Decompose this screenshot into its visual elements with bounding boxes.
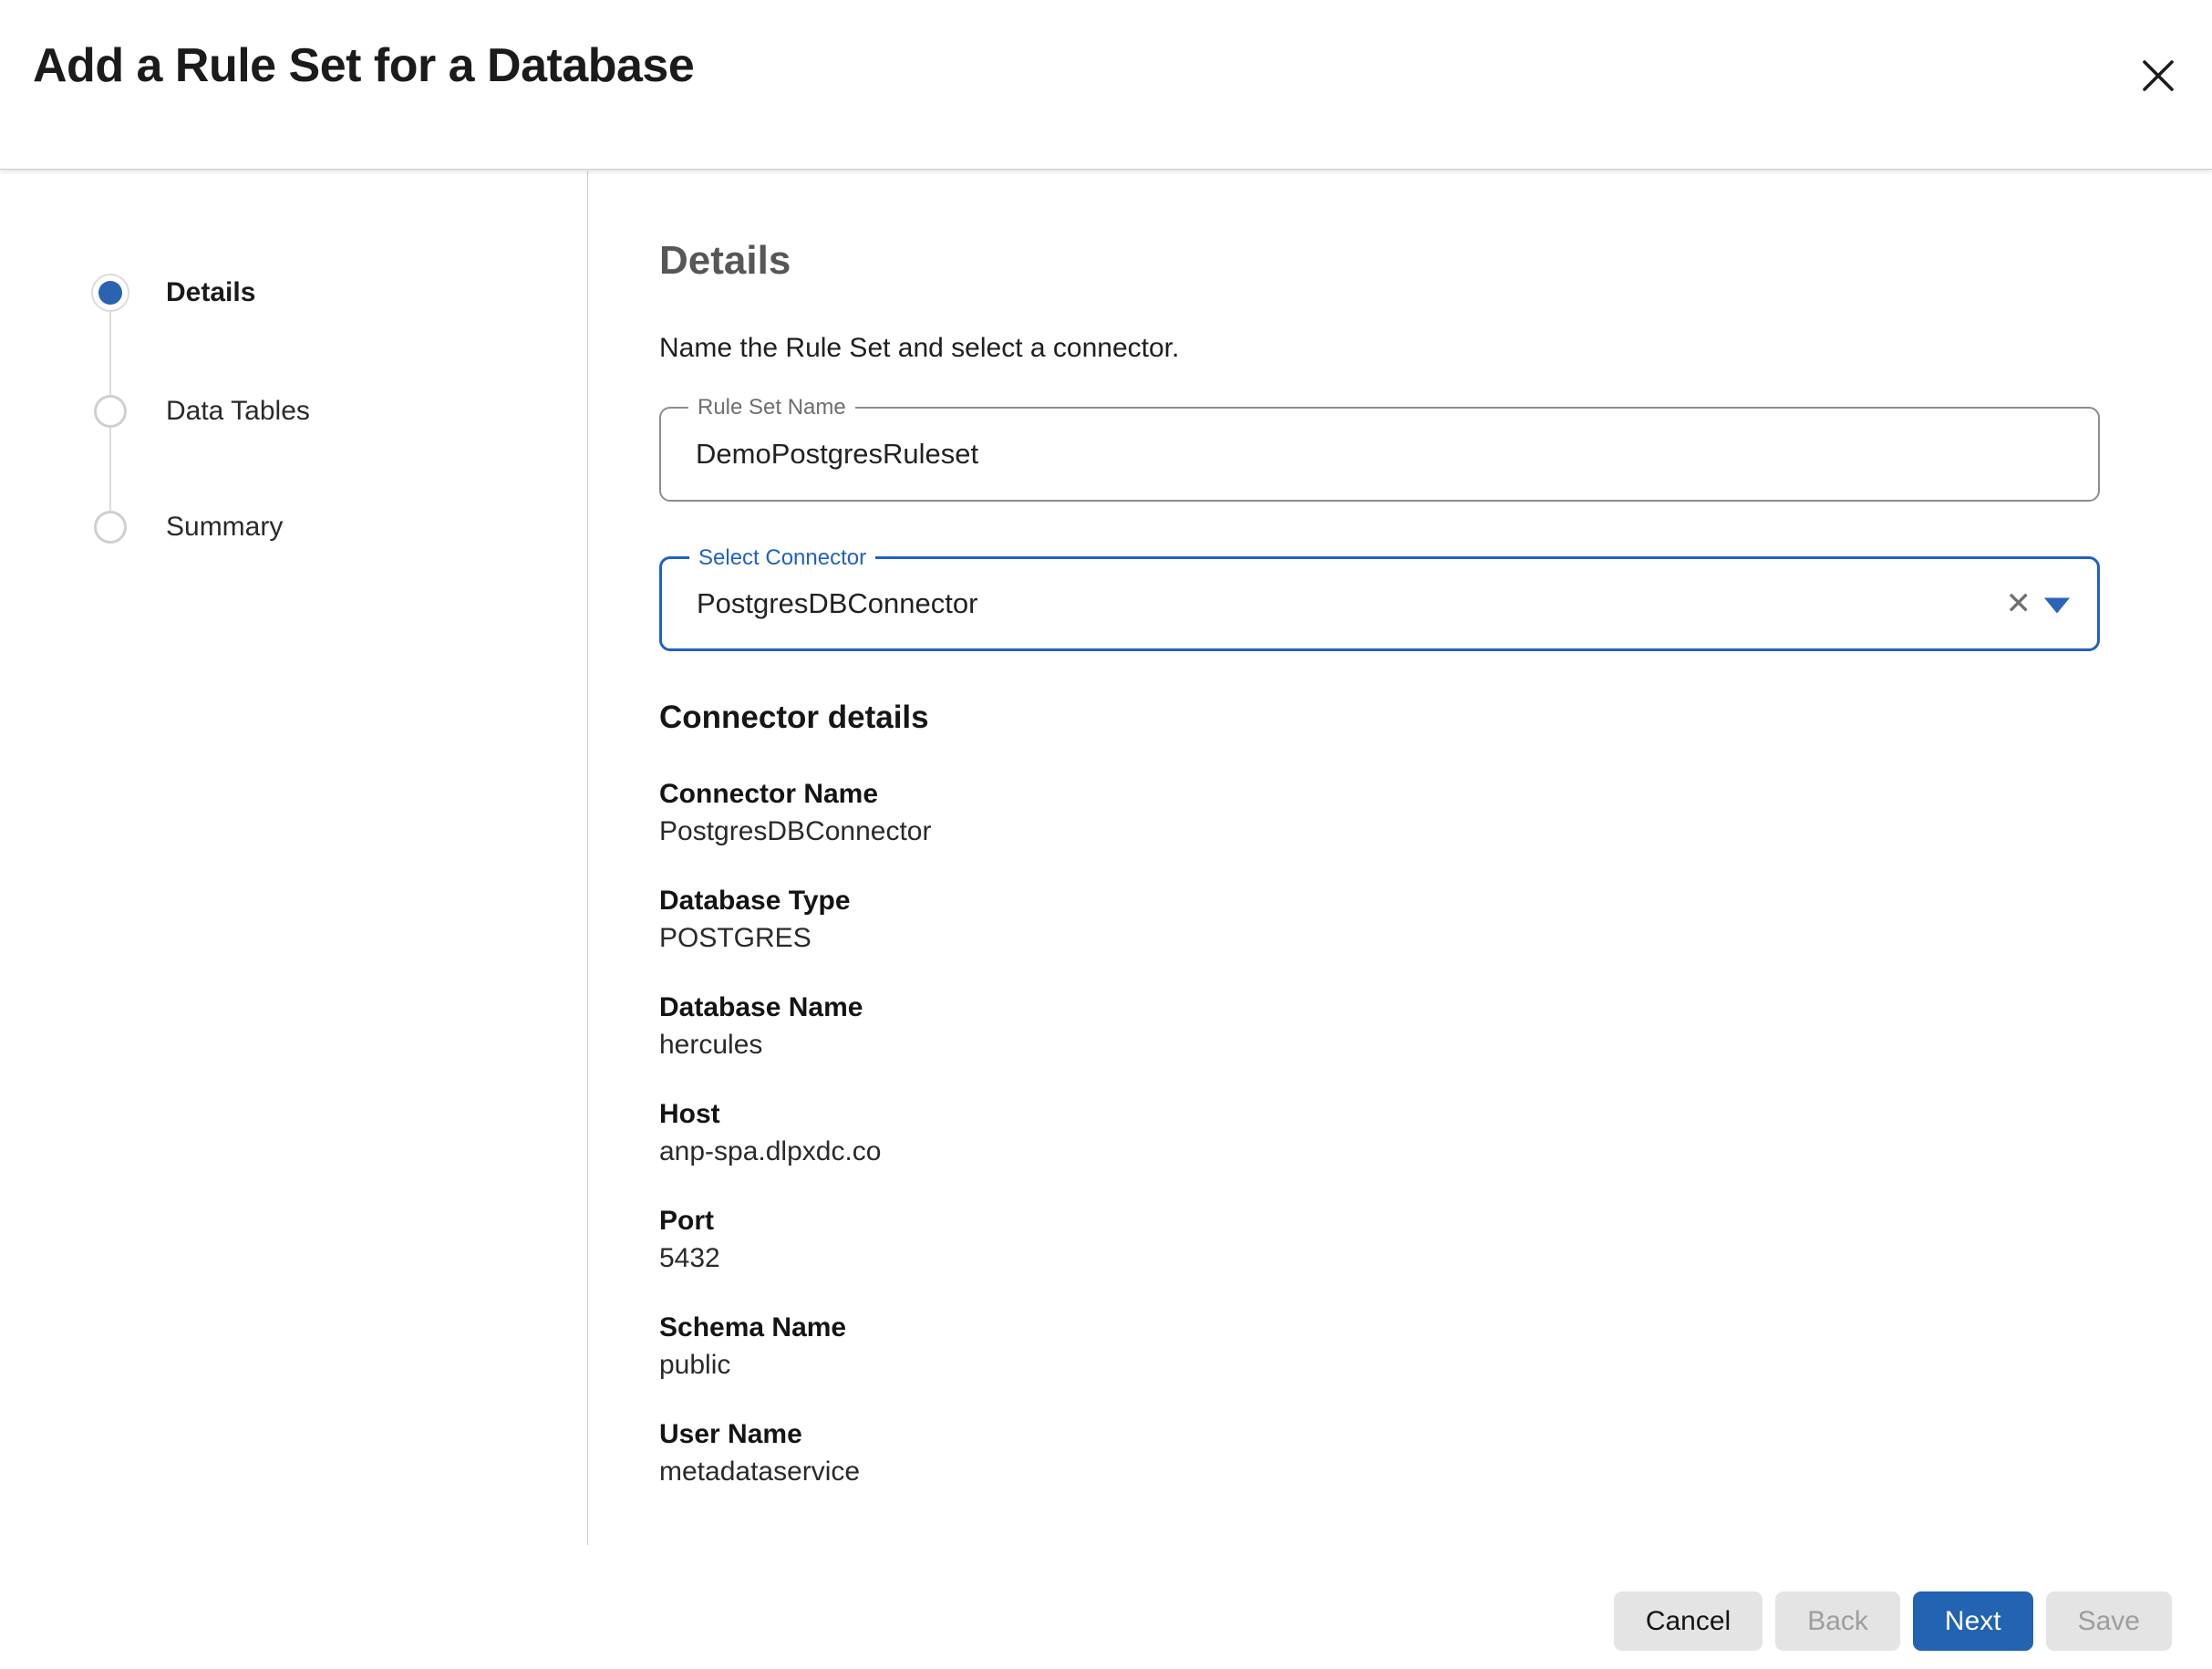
- detail-label: Connector Name: [659, 777, 2100, 812]
- connector-details-heading: Connector details: [659, 699, 2100, 737]
- detail-label: Database Type: [659, 884, 2100, 918]
- detail-value: metadataservice: [659, 1454, 2100, 1490]
- section-heading: Details: [659, 238, 2100, 284]
- step-label: Details: [166, 277, 255, 308]
- detail-value: 5432: [659, 1240, 2100, 1277]
- close-button[interactable]: [2134, 53, 2183, 102]
- dialog-body: Details Data Tables Summary Details Name…: [0, 171, 2212, 1669]
- detail-label: Host: [659, 1097, 2100, 1132]
- dialog-footer: Cancel Back Next Save: [1614, 1591, 2172, 1651]
- wizard-stepper: Details Data Tables Summary: [0, 171, 588, 1545]
- stepper-step-details[interactable]: Details: [0, 273, 587, 313]
- step-idle-circle-icon: [94, 511, 127, 544]
- detail-connector-name: Connector Name PostgresDBConnector: [659, 777, 2100, 850]
- detail-value: POSTGRES: [659, 920, 2100, 957]
- detail-value: anp-spa.dlpxdc.co: [659, 1134, 2100, 1170]
- select-connector-input[interactable]: [697, 559, 1973, 648]
- step-label: Data Tables: [166, 396, 310, 427]
- detail-host: Host anp-spa.dlpxdc.co: [659, 1097, 2100, 1170]
- stepper-step-data-tables[interactable]: Data Tables: [0, 391, 587, 431]
- detail-value: public: [659, 1347, 2100, 1384]
- detail-label: Schema Name: [659, 1311, 2100, 1345]
- detail-value: hercules: [659, 1027, 2100, 1063]
- select-connector-field: Select Connector ✕: [659, 556, 2100, 651]
- detail-label: Port: [659, 1204, 2100, 1239]
- rule-set-name-field: Rule Set Name: [659, 407, 2100, 502]
- step-active-circle-icon: [91, 274, 129, 312]
- cancel-button[interactable]: Cancel: [1614, 1591, 1762, 1651]
- clear-selection-icon[interactable]: ✕: [2006, 588, 2032, 619]
- step-label: Summary: [166, 512, 283, 543]
- close-icon: [2139, 57, 2177, 99]
- stepper-step-summary[interactable]: Summary: [0, 507, 587, 547]
- add-rule-set-dialog: Add a Rule Set for a Database Details: [0, 0, 2212, 1669]
- step-details-panel: Details Name the Rule Set and select a c…: [659, 171, 2100, 1490]
- section-description: Name the Rule Set and select a connector…: [659, 331, 2100, 366]
- step-idle-circle-icon: [94, 395, 127, 428]
- detail-database-type: Database Type POSTGRES: [659, 884, 2100, 957]
- detail-port: Port 5432: [659, 1204, 2100, 1277]
- dialog-title: Add a Rule Set for a Database: [33, 36, 694, 95]
- detail-label: User Name: [659, 1417, 2100, 1452]
- detail-label: Database Name: [659, 990, 2100, 1025]
- back-button[interactable]: Back: [1775, 1591, 1900, 1651]
- detail-database-name: Database Name hercules: [659, 990, 2100, 1063]
- next-button[interactable]: Next: [1913, 1591, 2033, 1651]
- detail-value: PostgresDBConnector: [659, 814, 2100, 850]
- rule-set-name-input[interactable]: [696, 409, 1972, 500]
- detail-schema-name: Schema Name public: [659, 1311, 2100, 1384]
- save-button[interactable]: Save: [2046, 1591, 2172, 1651]
- dialog-header: Add a Rule Set for a Database: [0, 0, 2212, 170]
- dropdown-arrow-icon[interactable]: [2044, 598, 2070, 614]
- detail-user-name: User Name metadataservice: [659, 1417, 2100, 1490]
